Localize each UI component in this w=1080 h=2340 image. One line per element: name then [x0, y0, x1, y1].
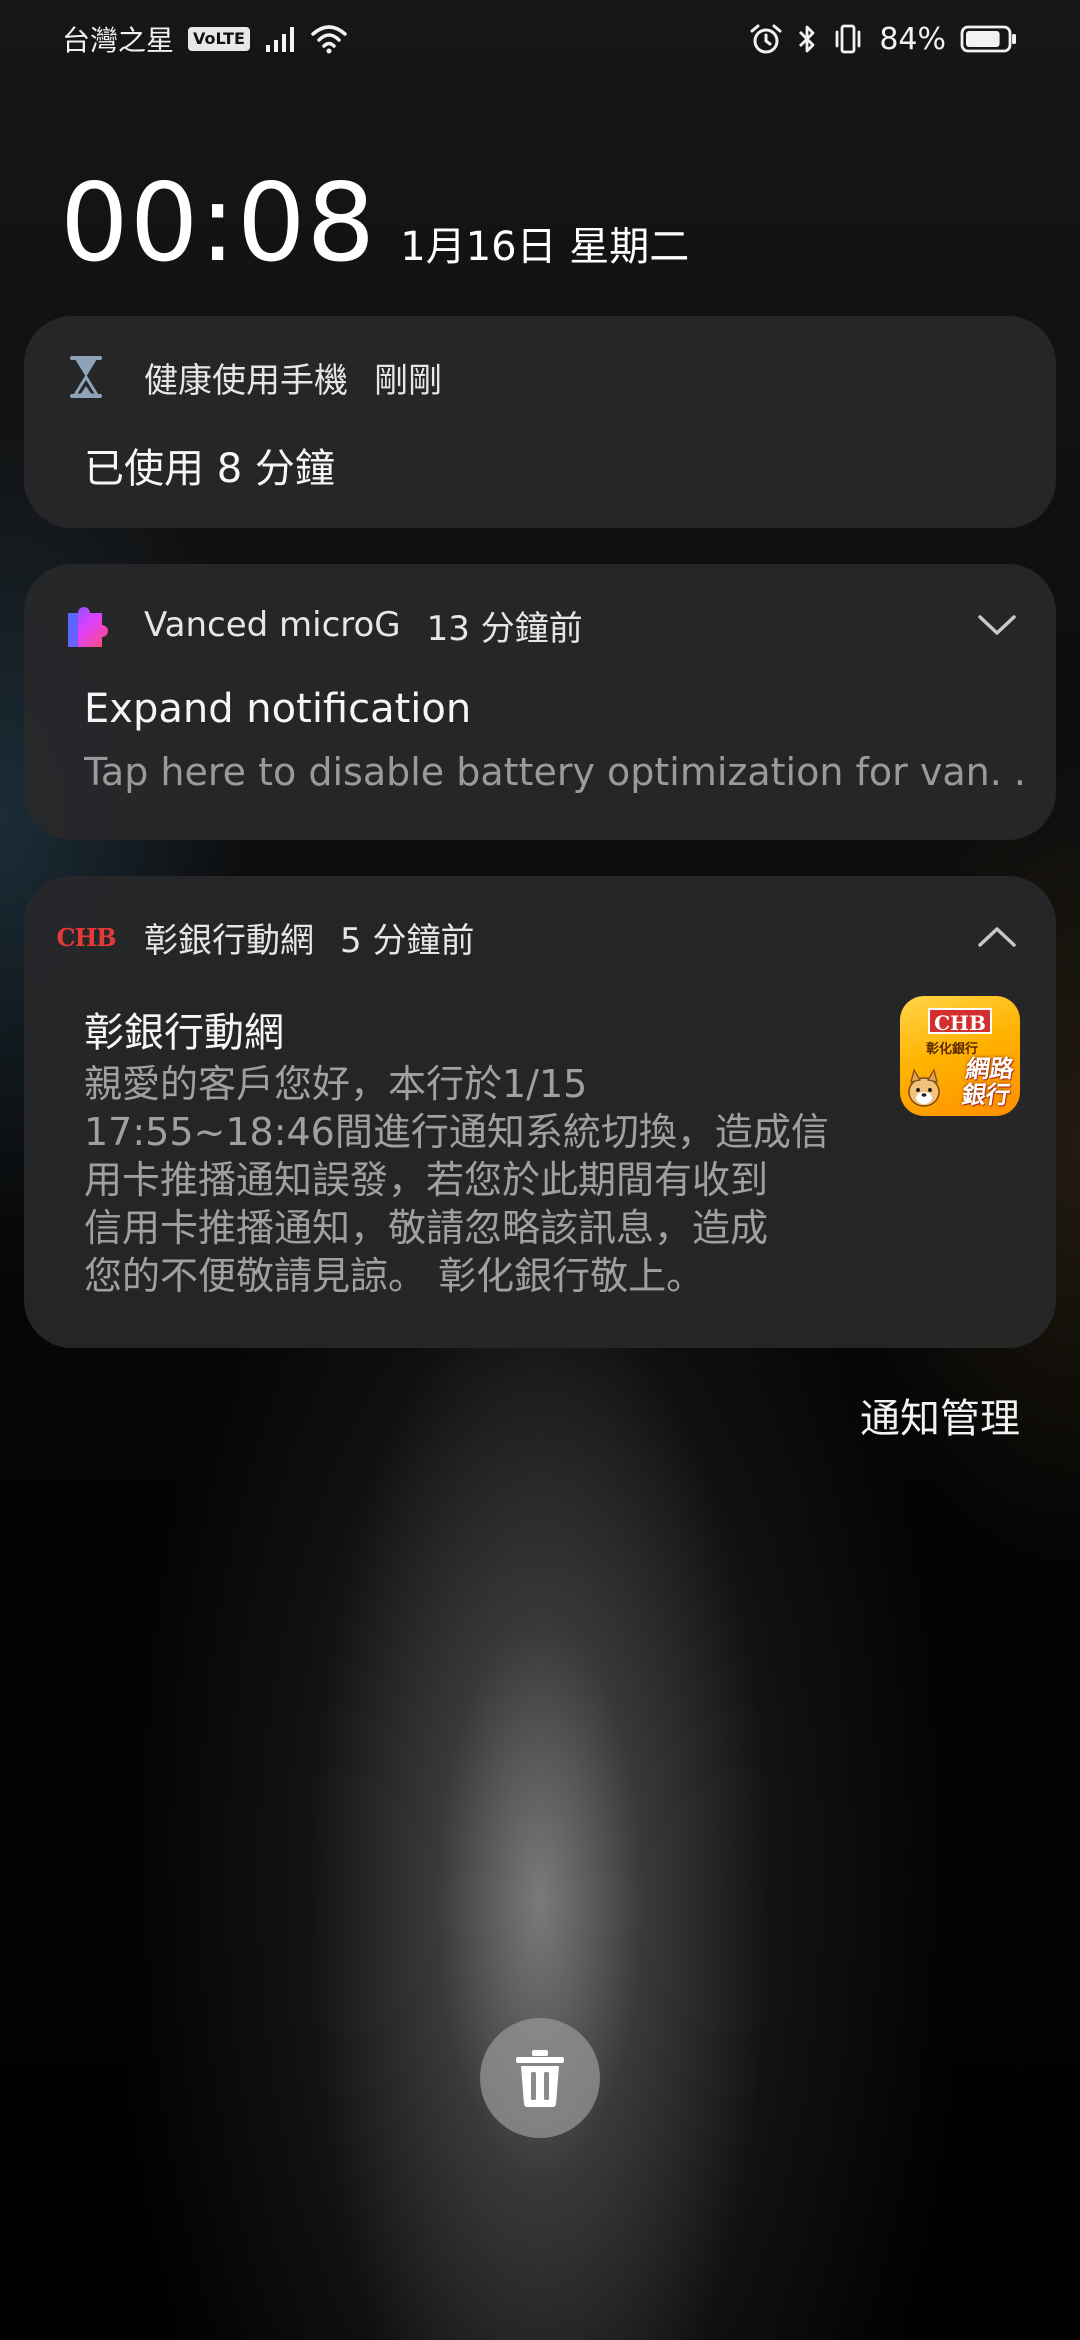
notification-title: Expand notification [84, 686, 472, 732]
status-bar: 台灣之星 VoLTE 84% [62, 14, 1018, 64]
notification-body: 親愛的客戶您好，本行於1/15 17:55~18:46間進行通知系統切換，造成信… [84, 1060, 884, 1300]
notification-header: Vanced microG 13 分鐘前 [60, 600, 1020, 650]
battery-percent: 84% [879, 21, 946, 57]
notification-body: Tap here to disable battery optimization… [84, 750, 1024, 794]
notification-body-line: 親愛的客戶您好，本行於1/15 [84, 1062, 588, 1106]
thumbnail-tagline-line: 網路 [963, 1055, 1016, 1083]
notification-app-name: 彰銀行動網 [144, 920, 314, 961]
thumbnail-tagline-line: 銀行 [960, 1081, 1013, 1109]
notification-card-microg[interactable]: Vanced microG 13 分鐘前 Expand notification… [24, 564, 1056, 840]
notification-time: 13 分鐘前 [426, 608, 583, 649]
notification-app-name: 健康使用手機 [144, 360, 348, 401]
notification-header: 健康使用手機 剛剛 [60, 352, 1020, 402]
battery-icon [960, 24, 1018, 54]
notification-time: 5 分鐘前 [340, 920, 475, 961]
thumbnail-logo: CHB [928, 1008, 992, 1035]
notification-title: 彰銀行動網 [84, 1010, 284, 1056]
clock-time: 00:08 [60, 161, 377, 286]
chevron-down-icon[interactable] [974, 602, 1020, 648]
notification-body-line: 信用卡推播通知，敬請忽略該訊息，造成 [84, 1206, 769, 1250]
chevron-up-icon[interactable] [974, 914, 1020, 960]
vibrate-icon [831, 23, 865, 55]
notification-card-health[interactable]: 健康使用手機 剛剛 已使用 8 分鐘 [24, 316, 1056, 528]
wifi-icon [310, 24, 348, 54]
notification-thumbnail: CHB 彰化銀行 網路 銀行 [900, 996, 1020, 1116]
volte-badge: VoLTE [188, 27, 250, 51]
clock-date: 1月16日 星期二 [400, 224, 690, 270]
manage-notifications-link[interactable]: 通知管理 [860, 1386, 1020, 1444]
trash-icon [516, 2050, 564, 2107]
notification-body-line: 17:55~18:46間進行通知系統切換，造成信 [84, 1110, 829, 1154]
notification-body-line: 用卡推播通知誤發，若您於此期間有收到 [84, 1158, 769, 1202]
hourglass-icon [60, 355, 112, 399]
chb-logo-text: CHB [56, 922, 116, 952]
puzzle-icon [60, 601, 112, 649]
status-left: 台灣之星 VoLTE [62, 19, 348, 59]
thumbnail-tagline: 網路 銀行 [960, 1055, 1016, 1109]
lock-clock: 00:08 1月16日 星期二 [60, 170, 689, 278]
notification-app-name: Vanced microG [144, 605, 401, 645]
notification-card-chb[interactable]: CHB 彰銀行動網 5 分鐘前 彰銀行動網 親愛的客戶您好，本行於1/15 17… [24, 876, 1056, 1348]
signal-bars-icon [264, 25, 296, 53]
clear-all-button[interactable] [480, 2018, 600, 2138]
status-right: 84% [749, 22, 1018, 57]
notification-body-line: 您的不便敬請見諒。 彰化銀行敬上。 [84, 1254, 705, 1298]
chb-app-icon: CHB [56, 923, 116, 952]
dog-mascot-icon [908, 1068, 940, 1107]
notification-title: 已使用 8 分鐘 [84, 446, 335, 492]
bluetooth-icon [797, 23, 817, 55]
notification-header: CHB 彰銀行動網 5 分鐘前 [56, 912, 1020, 962]
carrier-name: 台灣之星 [62, 24, 175, 57]
notification-time: 剛剛 [374, 360, 442, 401]
alarm-icon [749, 23, 783, 55]
